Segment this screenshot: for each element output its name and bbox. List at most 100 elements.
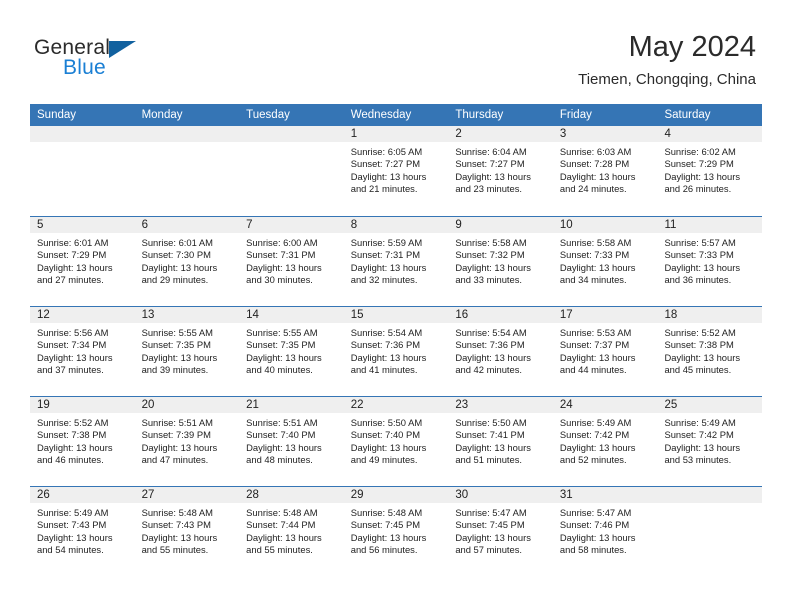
day-number: 22 [343,397,449,413]
day-cell[interactable]: 26 Sunrise: 5:49 AM Sunset: 7:43 PM Dayl… [30,487,135,576]
day-number: 6 [134,217,240,233]
sunset-line: Sunset: 7:40 PM [246,429,316,441]
week-row: 19 Sunrise: 5:52 AM Sunset: 7:38 PM Dayl… [30,396,763,486]
day-cell[interactable]: 16 Sunrise: 5:54 AM Sunset: 7:36 PM Dayl… [448,307,553,396]
sunset-line: Sunset: 7:32 PM [455,249,525,261]
day-cell[interactable]: 20 Sunrise: 5:51 AM Sunset: 7:39 PM Dayl… [134,397,240,486]
day-details: Sunrise: 5:49 AM Sunset: 7:42 PM Dayligh… [553,413,658,466]
day-details: Sunrise: 5:54 AM Sunset: 7:36 PM Dayligh… [344,323,449,376]
day-number: 17 [552,307,658,323]
day-details: Sunrise: 5:50 AM Sunset: 7:41 PM Dayligh… [448,413,553,466]
day-cell[interactable]: 3 Sunrise: 6:03 AM Sunset: 7:28 PM Dayli… [552,126,658,215]
day-details: Sunrise: 5:47 AM Sunset: 7:45 PM Dayligh… [448,503,553,556]
day-cell[interactable] [239,126,344,215]
day-number: 24 [552,397,658,413]
sunrise-line: Sunrise: 6:01 AM [141,237,213,248]
day-cell[interactable]: 15 Sunrise: 5:54 AM Sunset: 7:36 PM Dayl… [343,307,449,396]
day-cell[interactable]: 12 Sunrise: 5:56 AM Sunset: 7:34 PM Dayl… [30,307,135,396]
sunset-line: Sunset: 7:35 PM [246,339,316,351]
daylight-line: Daylight: 13 hours and 45 minutes. [664,351,741,375]
day-cell[interactable]: 25 Sunrise: 5:49 AM Sunset: 7:42 PM Dayl… [657,397,763,486]
general-blue-logo[interactable]: General Blue [34,36,214,88]
sunrise-line: Sunrise: 5:50 AM [455,417,527,428]
day-cell[interactable]: 21 Sunrise: 5:51 AM Sunset: 7:40 PM Dayl… [239,397,344,486]
daylight-line: Daylight: 13 hours and 37 minutes. [37,351,113,375]
daylight-line: Daylight: 13 hours and 51 minutes. [455,441,531,465]
day-cell[interactable]: 13 Sunrise: 5:55 AM Sunset: 7:35 PM Dayl… [134,307,240,396]
sunset-line: Sunset: 7:34 PM [37,339,107,351]
day-cell[interactable]: 5 Sunrise: 6:01 AM Sunset: 7:29 PM Dayli… [30,217,135,306]
sunrise-line: Sunrise: 5:48 AM [246,507,318,518]
day-cell[interactable] [657,487,763,576]
sunrise-line: Sunrise: 5:57 AM [664,237,736,248]
day-number: 1 [343,126,449,142]
sunset-line: Sunset: 7:27 PM [350,158,421,170]
page-title: May 2024 [628,31,756,63]
day-number: 26 [30,487,135,503]
day-cell[interactable]: 30 Sunrise: 5:47 AM Sunset: 7:45 PM Dayl… [448,487,553,576]
daylight-line: Daylight: 13 hours and 48 minutes. [246,441,322,465]
day-details: Sunrise: 5:51 AM Sunset: 7:39 PM Dayligh… [135,413,240,466]
sunrise-line: Sunrise: 5:47 AM [559,507,632,518]
day-cell[interactable]: 9 Sunrise: 5:58 AM Sunset: 7:32 PM Dayli… [448,217,553,306]
day-number: 5 [30,217,135,233]
day-number: 21 [239,397,344,413]
sunset-line: Sunset: 7:42 PM [664,429,734,441]
sunrise-line: Sunrise: 6:03 AM [559,146,632,157]
sunset-line: Sunset: 7:45 PM [350,519,421,531]
sunset-line: Sunset: 7:36 PM [455,339,525,351]
weekday-header-row: Sunday Monday Tuesday Wednesday Thursday… [30,104,762,126]
day-number: 9 [448,217,553,233]
day-cell[interactable]: 17 Sunrise: 5:53 AM Sunset: 7:37 PM Dayl… [552,307,658,396]
day-cell[interactable]: 2 Sunrise: 6:04 AM Sunset: 7:27 PM Dayli… [448,126,553,215]
day-cell[interactable]: 10 Sunrise: 5:58 AM Sunset: 7:33 PM Dayl… [552,217,658,306]
day-cell[interactable]: 14 Sunrise: 5:55 AM Sunset: 7:35 PM Dayl… [239,307,344,396]
day-number: 28 [239,487,344,503]
daylight-line: Daylight: 13 hours and 55 minutes. [141,531,218,555]
day-details [657,503,762,507]
sunset-line: Sunset: 7:36 PM [350,339,421,351]
sunrise-line: Sunrise: 5:52 AM [664,327,736,338]
day-details: Sunrise: 6:03 AM Sunset: 7:28 PM Dayligh… [553,142,658,195]
day-details [135,142,240,146]
day-cell[interactable]: 11 Sunrise: 5:57 AM Sunset: 7:33 PM Dayl… [657,217,763,306]
day-cell[interactable]: 18 Sunrise: 5:52 AM Sunset: 7:38 PM Dayl… [657,307,763,396]
day-details: Sunrise: 5:58 AM Sunset: 7:32 PM Dayligh… [448,233,553,286]
day-cell[interactable]: 1 Sunrise: 6:05 AM Sunset: 7:27 PM Dayli… [343,126,449,215]
day-details: Sunrise: 6:00 AM Sunset: 7:31 PM Dayligh… [239,233,344,286]
day-details: Sunrise: 5:53 AM Sunset: 7:37 PM Dayligh… [553,323,658,376]
day-cell[interactable]: 4 Sunrise: 6:02 AM Sunset: 7:29 PM Dayli… [657,126,763,215]
day-details: Sunrise: 5:56 AM Sunset: 7:34 PM Dayligh… [30,323,135,376]
day-number: 30 [448,487,553,503]
day-cell[interactable]: 8 Sunrise: 5:59 AM Sunset: 7:31 PM Dayli… [343,217,449,306]
sunrise-line: Sunrise: 6:00 AM [246,237,318,248]
day-cell[interactable]: 31 Sunrise: 5:47 AM Sunset: 7:46 PM Dayl… [552,487,658,576]
sunrise-line: Sunrise: 5:51 AM [246,417,318,428]
daylight-line: Daylight: 13 hours and 39 minutes. [141,351,218,375]
day-cell[interactable]: 28 Sunrise: 5:48 AM Sunset: 7:44 PM Dayl… [239,487,344,576]
sunset-line: Sunset: 7:31 PM [350,249,421,261]
day-cell[interactable]: 23 Sunrise: 5:50 AM Sunset: 7:41 PM Dayl… [448,397,553,486]
sunset-line: Sunset: 7:38 PM [664,339,734,351]
day-cell[interactable]: 27 Sunrise: 5:48 AM Sunset: 7:43 PM Dayl… [134,487,240,576]
day-cell[interactable] [134,126,240,215]
day-number: 25 [657,397,763,413]
day-cell[interactable]: 24 Sunrise: 5:49 AM Sunset: 7:42 PM Dayl… [552,397,658,486]
sunset-line: Sunset: 7:45 PM [455,519,525,531]
day-cell[interactable]: 22 Sunrise: 5:50 AM Sunset: 7:40 PM Dayl… [343,397,449,486]
sunset-line: Sunset: 7:40 PM [350,429,421,441]
day-cell[interactable] [30,126,135,215]
day-cell[interactable]: 29 Sunrise: 5:48 AM Sunset: 7:45 PM Dayl… [343,487,449,576]
day-number: 13 [134,307,240,323]
sunset-line: Sunset: 7:41 PM [455,429,525,441]
daylight-line: Daylight: 13 hours and 55 minutes. [246,531,322,555]
day-number: 2 [448,126,553,142]
day-number: 15 [343,307,449,323]
day-cell[interactable]: 6 Sunrise: 6:01 AM Sunset: 7:30 PM Dayli… [134,217,240,306]
day-details: Sunrise: 5:52 AM Sunset: 7:38 PM Dayligh… [657,323,762,376]
day-cell[interactable]: 19 Sunrise: 5:52 AM Sunset: 7:38 PM Dayl… [30,397,135,486]
daylight-line: Daylight: 13 hours and 40 minutes. [246,351,322,375]
day-details [239,142,344,146]
day-number: 12 [30,307,135,323]
day-cell[interactable]: 7 Sunrise: 6:00 AM Sunset: 7:31 PM Dayli… [239,217,344,306]
